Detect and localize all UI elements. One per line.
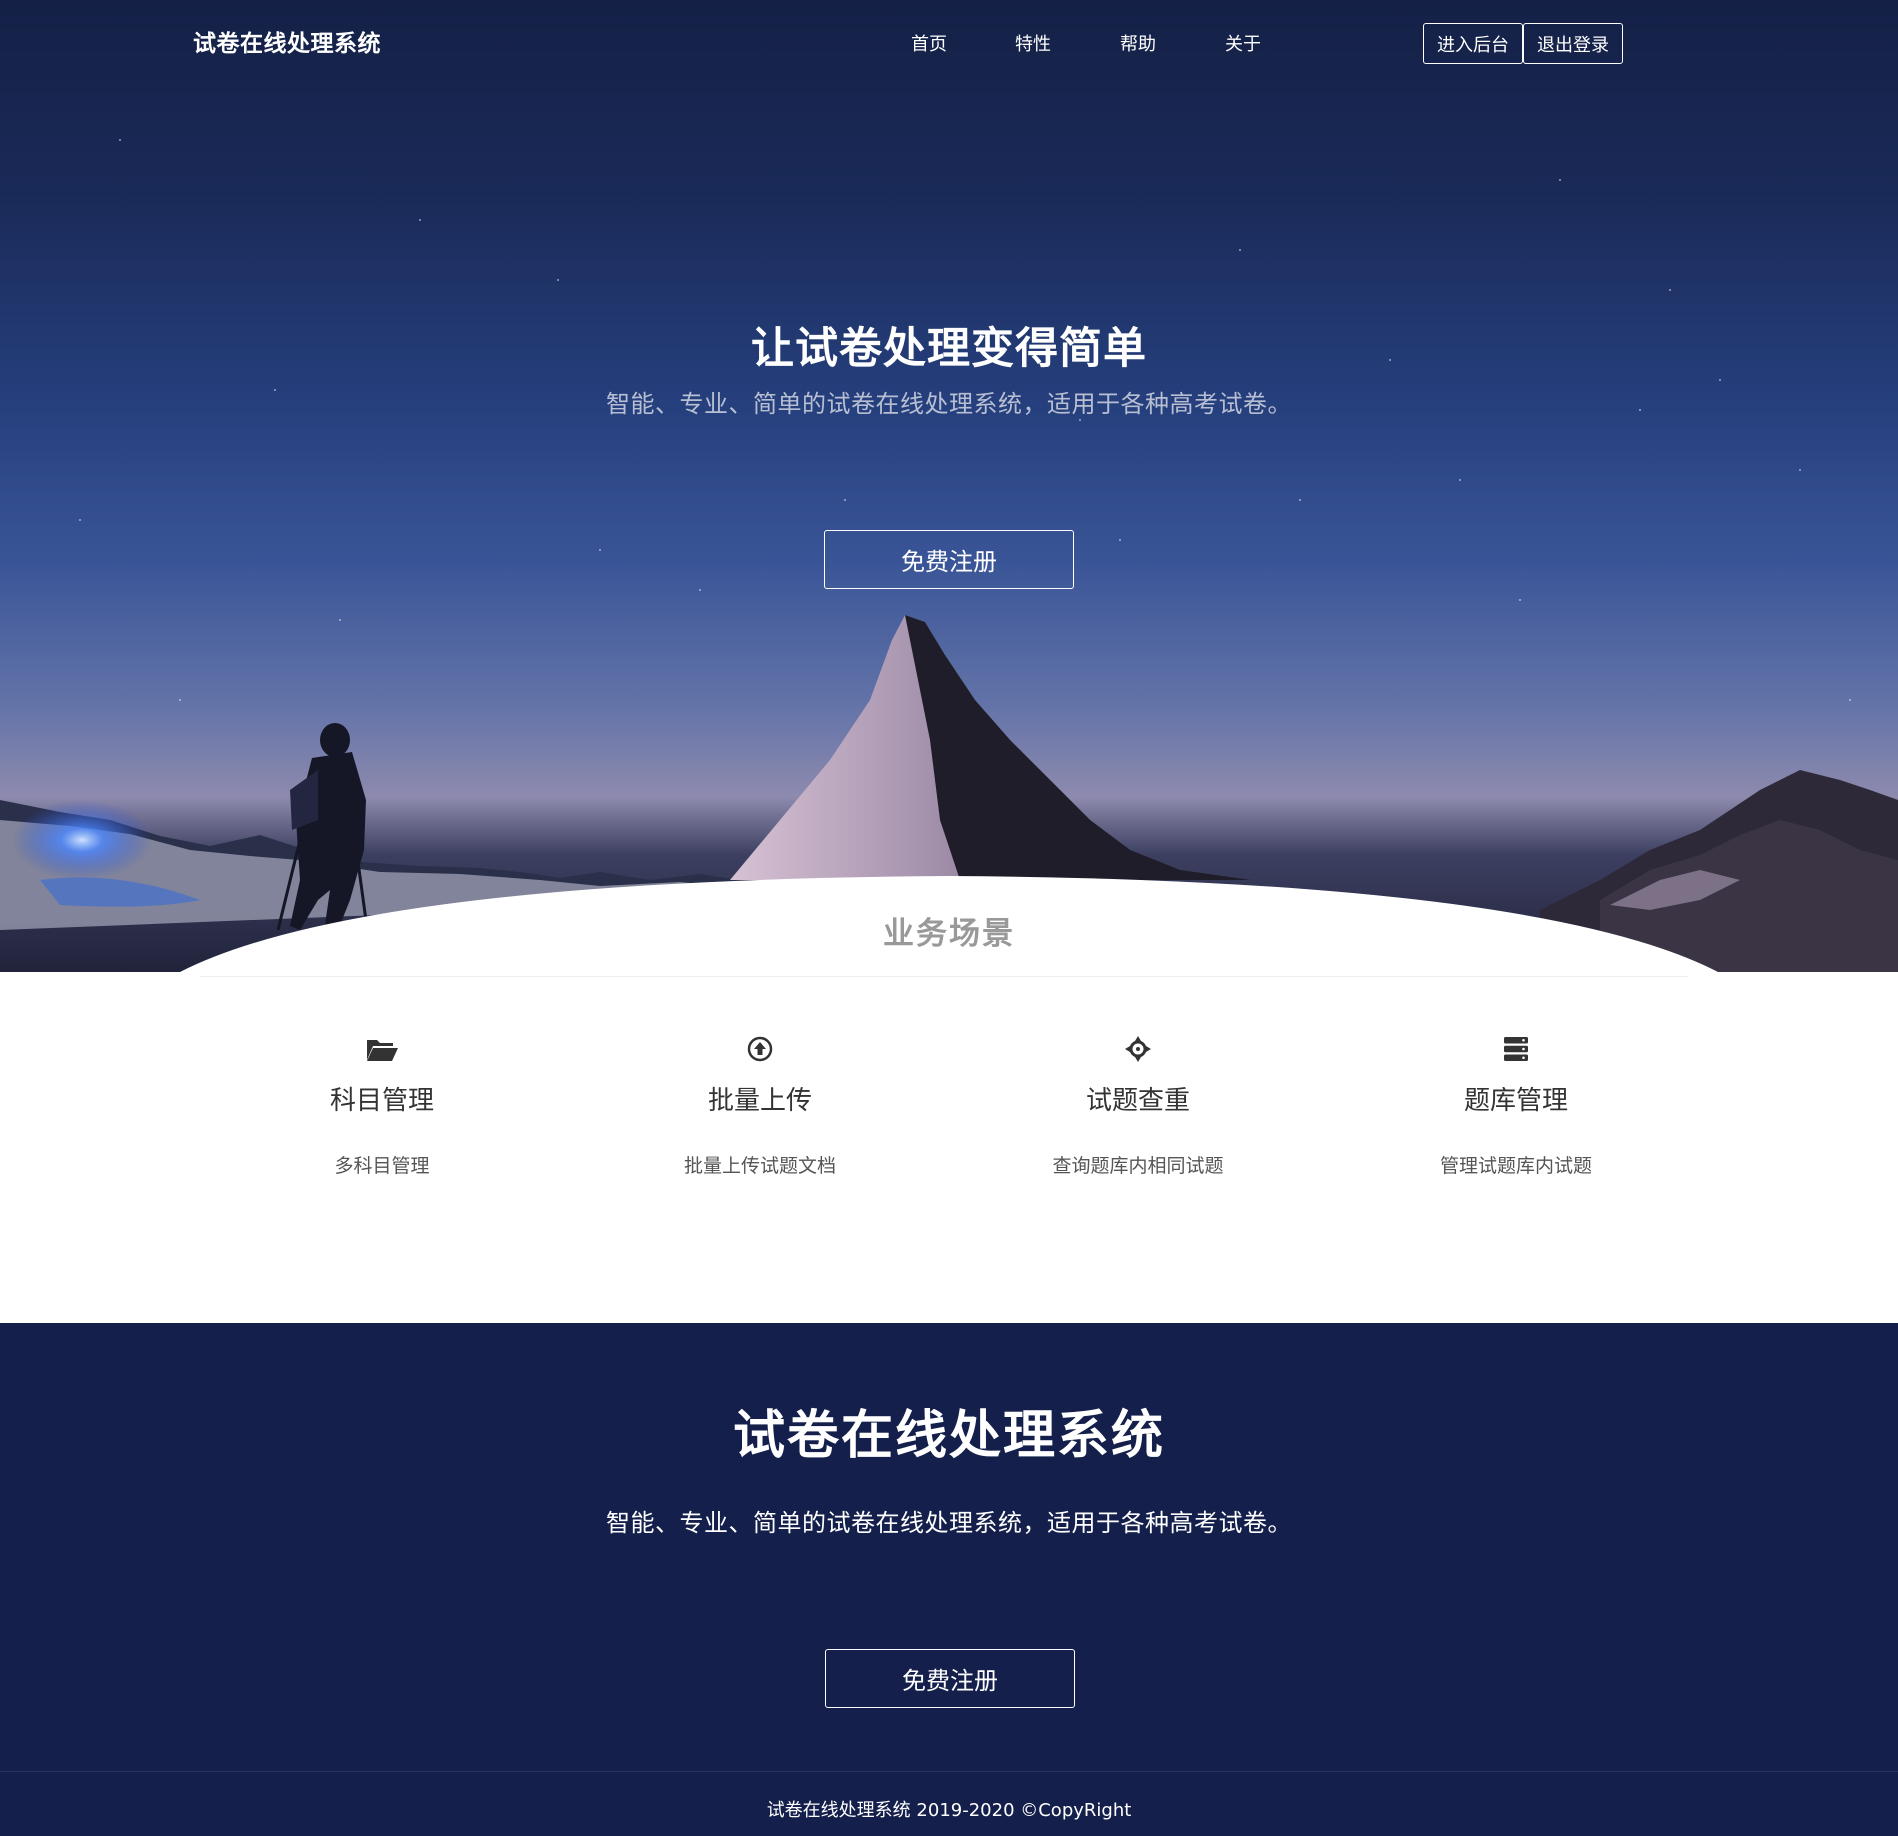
hero-section: 试卷在线处理系统 首页 特性 帮助 关于 进入后台 退出登录 让试卷处理变得简单…: [0, 0, 1898, 972]
feature-duplicate-check: 试题查重 查询题库内相同试题: [988, 1032, 1288, 1178]
feature-title: 试题查重: [1085, 1086, 1190, 1116]
feature-title: 题库管理: [1463, 1086, 1568, 1116]
banner-register-button[interactable]: 免费注册: [825, 1649, 1075, 1708]
top-navbar: 试卷在线处理系统 首页 特性 帮助 关于 进入后台 退出登录: [0, 0, 1898, 88]
scenarios-section-title: 业务场景: [883, 916, 1015, 952]
feature-title: 批量上传: [707, 1086, 812, 1116]
mountain-night-background: [0, 139, 1898, 972]
feature-batch-upload: 批量上传 批量上传试题文档: [610, 1032, 910, 1178]
logout-button[interactable]: 退出登录: [1523, 23, 1623, 64]
feature-subject-management: 科目管理 多科目管理: [232, 1032, 532, 1178]
feature-description: 查询题库内相同试题: [1052, 1155, 1224, 1177]
hero-subtitle: 智能、专业、简单的试卷在线处理系统，适用于各种高考试卷。: [606, 390, 1292, 418]
bottom-banner: 试卷在线处理系统 智能、专业、简单的试卷在线处理系统，适用于各种高考试卷。 免费…: [0, 1323, 1898, 1771]
feature-title: 科目管理: [329, 1086, 434, 1116]
page-footer: 试卷在线处理系统 2019-2020 ©CopyRight: [0, 1771, 1898, 1836]
upload-circle-icon: [610, 1032, 910, 1066]
hero-register-button[interactable]: 免费注册: [824, 530, 1074, 589]
nav-link-about[interactable]: 关于: [1225, 30, 1261, 56]
nav-link-home[interactable]: 首页: [911, 30, 947, 56]
crosshair-icon: [988, 1032, 1288, 1066]
feature-question-bank: 题库管理 管理试题库内试题: [1366, 1032, 1666, 1178]
section-divider: [200, 976, 1688, 977]
brand-logo-text[interactable]: 试卷在线处理系统: [193, 24, 381, 58]
feature-description: 管理试题库内试题: [1439, 1155, 1592, 1177]
copyright-text: 试卷在线处理系统 2019-2020 ©CopyRight: [766, 1800, 1132, 1821]
admin-button[interactable]: 进入后台: [1423, 23, 1523, 64]
folder-open-icon: [232, 1032, 532, 1066]
database-icon: [1366, 1032, 1666, 1066]
banner-subtitle: 智能、专业、简单的试卷在线处理系统，适用于各种高考试卷。: [606, 1509, 1292, 1537]
banner-title: 试卷在线处理系统: [732, 1406, 1165, 1466]
nav-link-help[interactable]: 帮助: [1120, 30, 1156, 56]
feature-description: 多科目管理: [334, 1155, 430, 1177]
hero-title: 让试卷处理变得简单: [751, 324, 1147, 374]
stars: [79, 139, 1851, 701]
nav-link-features[interactable]: 特性: [1015, 30, 1051, 56]
feature-description: 批量上传试题文档: [683, 1155, 836, 1177]
